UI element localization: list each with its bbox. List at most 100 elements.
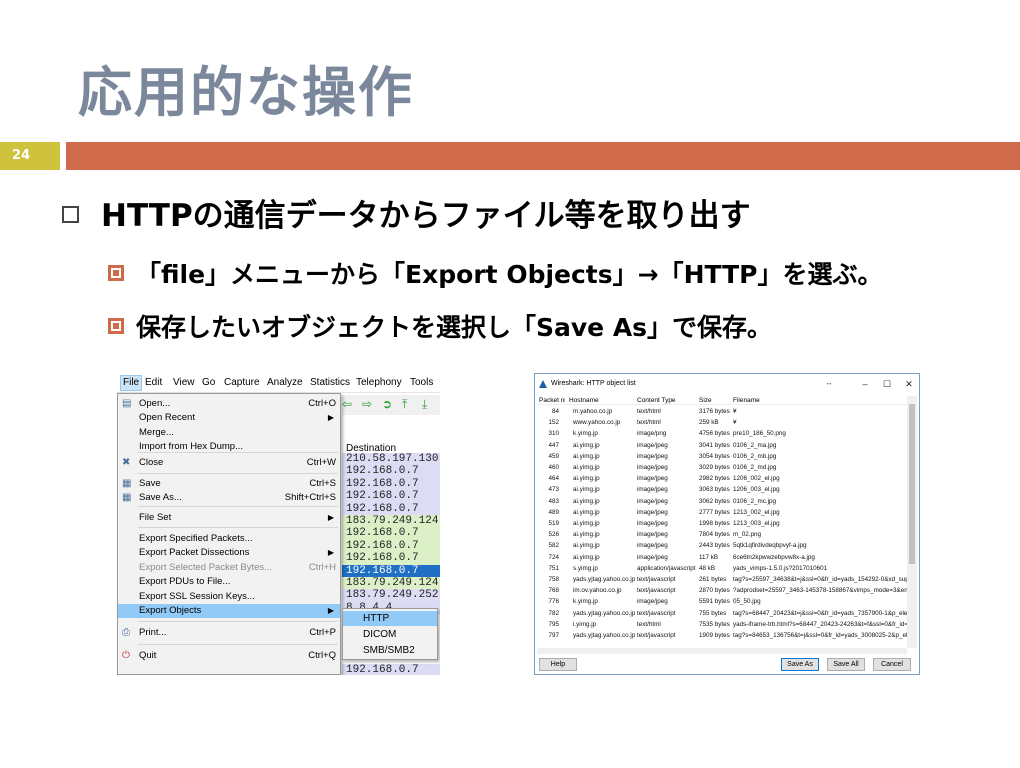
- file-menu-item-save[interactable]: ▦ Save Ctrl+S: [118, 477, 340, 491]
- object-list-row[interactable]: 768 im.ov.yahoo.co.jp text/javascript 2870 …: [537, 585, 907, 596]
- destination-cell[interactable]: 183.79.249.124: [342, 515, 440, 528]
- file-menu-item-import-from-hex-dump[interactable]: Import from Hex Dump...: [118, 440, 340, 454]
- destination-cell[interactable]: 192.168.0.7: [342, 539, 440, 553]
- menu-file[interactable]: File: [120, 375, 143, 391]
- object-list-row[interactable]: 724 ai.yimg.jp image/jpeg 117 kB 6ce6tn2kpww…: [537, 552, 907, 563]
- file-menu-item-close[interactable]: ✖ Close Ctrl+W: [118, 456, 340, 470]
- object-list-row[interactable]: 84 m.yahoo.co.jp text/html 3176 bytes ¥: [537, 406, 907, 417]
- menu-edit[interactable]: Edit: [145, 377, 162, 388]
- destination-cell[interactable]: 192.168.0.7: [342, 465, 440, 478]
- close-icon[interactable]: ✕: [899, 374, 919, 394]
- forward-arrow-icon[interactable]: ⇨: [362, 398, 374, 410]
- restore-arrows-icon[interactable]: ↔: [819, 374, 839, 394]
- object-list-row[interactable]: 795 i.yimg.jp text/html 7535 bytes yads-ifra…: [537, 619, 907, 630]
- object-list-row[interactable]: 526 ai.yimg.jp image/jpeg 7804 bytes m_02.pn…: [537, 529, 907, 540]
- menu-shortcut: Ctrl+P: [309, 627, 336, 638]
- object-list-cell: 05_50.jpg: [733, 598, 761, 606]
- column-header[interactable]: Content Type: [637, 396, 699, 405]
- object-list-header: Packet num Hostname Content TypeSizeFilena…: [537, 396, 907, 405]
- object-list-cell: 459: [548, 452, 559, 460]
- object-list-row[interactable]: 489 ai.yimg.jp image/jpeg 2777 bytes 1213_00…: [537, 507, 907, 518]
- menu-item-label: Quit: [139, 650, 157, 661]
- object-list-cell: im.ov.yahoo.co.jp: [573, 587, 622, 595]
- column-header[interactable]: Hostname: [569, 396, 631, 405]
- file-menu-item-export-specified-packets[interactable]: Export Specified Packets...: [118, 532, 340, 546]
- menu-analyze[interactable]: Analyze: [267, 377, 303, 388]
- slide: 応用的な操作 24 HTTPの通信データからファイル等を取り出す 「file」メ…: [0, 0, 1020, 768]
- object-list-cell: 0106_2_mb.jpg: [733, 452, 777, 460]
- destination-cell[interactable]: 192.168.0.7: [342, 564, 440, 577]
- object-list-cell: 2982 bytes: [699, 475, 730, 483]
- destination-cell[interactable]: 183.79.249.124: [342, 577, 440, 590]
- object-list-row[interactable]: 758 yads.yjtag.yahoo.co.jp text/javascript…: [537, 574, 907, 585]
- destination-cell[interactable]: 192.168.0.7: [342, 490, 440, 503]
- object-list-row[interactable]: 776 k.yimg.jp image/jpeg 5591 bytes 05_50.jp…: [537, 596, 907, 607]
- destination-cell[interactable]: 192.168.0.7: [342, 477, 440, 491]
- object-list-cell: 1213_003_el.jpg: [733, 520, 780, 527]
- file-menu-item-open[interactable]: ▤ Open... Ctrl+O: [118, 397, 340, 411]
- object-list-row[interactable]: 310 k.yimg.jp image/png 4756 bytes pre10_186…: [537, 428, 907, 439]
- object-list-row[interactable]: 473 ai.yimg.jp image/jpeg 3063 bytes 1206_00…: [537, 484, 907, 495]
- help-button[interactable]: Help: [539, 658, 577, 671]
- export-objects-http[interactable]: HTTP: [343, 611, 437, 626]
- object-list-row[interactable]: 797 yads.yjtag.yahoo.co.jp text/javascript…: [537, 630, 907, 641]
- object-list-row[interactable]: 751 s.yimg.jp application/javascript 48 kB y…: [537, 563, 907, 574]
- menu-shortcut: Ctrl+S: [309, 478, 336, 489]
- file-menu-item-export-objects[interactable]: Export Objects ▶: [118, 604, 340, 618]
- object-list-row[interactable]: 519 ai.yimg.jp image/jpeg 1998 bytes 1213_00…: [537, 518, 907, 529]
- object-list-row[interactable]: 582 ai.yimg.jp image/jpeg 2443 bytes 5qtk1qf…: [537, 540, 907, 551]
- object-list-row[interactable]: 483 ai.yimg.jp image/jpeg 3062 bytes 0106_2_…: [537, 496, 907, 507]
- object-list-cell: ?adprodset=25597_3463-145378-158867&vimp…: [733, 587, 907, 595]
- file-menu-item-merge[interactable]: Merge...: [118, 426, 340, 440]
- last-packet-icon[interactable]: ⤓: [422, 398, 434, 410]
- column-header[interactable]: Filename: [733, 396, 907, 405]
- object-list-cell: ai.yimg.jp: [573, 475, 600, 483]
- menu-tools[interactable]: Tools: [410, 377, 433, 388]
- file-menu-item-save-as[interactable]: ▦ Save As... Shift+Ctrl+S: [118, 491, 340, 505]
- vertical-scrollbar[interactable]: [907, 396, 917, 648]
- export-objects-dicom[interactable]: DICOM: [343, 627, 437, 642]
- object-list-cell: 751: [548, 564, 559, 572]
- menu-telephony[interactable]: Telephony: [356, 377, 402, 388]
- object-list-row[interactable]: 464 ai.yimg.jp image/jpeg 2982 bytes 1206_00…: [537, 473, 907, 484]
- destination-cell[interactable]: 210.58.197.130: [342, 453, 440, 466]
- destination-cell[interactable]: 192.168.0.7: [342, 552, 440, 565]
- menu-shortcut: Ctrl+H: [308, 562, 336, 573]
- menu-statistics[interactable]: Statistics: [310, 377, 350, 388]
- column-header[interactable]: Size: [699, 396, 733, 405]
- object-list-row[interactable]: 460 ai.yimg.jp image/jpeg 3029 bytes 0106_2_…: [537, 462, 907, 473]
- save-as-button[interactable]: Save As: [781, 658, 819, 671]
- save-all-button[interactable]: Save All: [827, 658, 865, 671]
- destination-cell[interactable]: 192.168.0.7: [342, 502, 440, 515]
- file-menu-item-export-ssl-session-keys[interactable]: Export SSL Session Keys...: [118, 590, 340, 604]
- file-menu-item-export-selected-packet-bytes[interactable]: Export Selected Packet Bytes... Ctrl+H: [118, 561, 340, 575]
- object-list-row[interactable]: 782 yads.yjtag.yahoo.co.jp text/javascript…: [537, 608, 907, 619]
- file-menu-item-export-packet-dissections[interactable]: Export Packet Dissections ▶: [118, 546, 340, 560]
- horizontal-scrollbar[interactable]: [537, 648, 907, 654]
- cancel-button[interactable]: Cancel: [873, 658, 911, 671]
- file-menu-item-file-set[interactable]: File Set ▶: [118, 511, 340, 525]
- menu-capture[interactable]: Capture: [224, 377, 260, 388]
- maximize-icon[interactable]: ☐: [877, 374, 897, 394]
- export-objects-smb-smb2[interactable]: SMB/SMB2: [343, 643, 437, 658]
- go-to-packet-icon[interactable]: ➲: [382, 398, 394, 410]
- column-header[interactable]: Packet num: [539, 396, 565, 405]
- object-list-row[interactable]: 152 www.yahoo.co.jp text/html 259 kB ¥: [537, 417, 907, 428]
- destination-cell[interactable]: 192.168.0.7: [342, 527, 440, 540]
- minimize-icon[interactable]: –: [855, 374, 875, 394]
- object-list-cell: 7804 bytes: [699, 531, 730, 539]
- scroll-thumb[interactable]: [909, 404, 915, 564]
- first-packet-icon[interactable]: ⤒: [402, 398, 414, 410]
- back-arrow-icon[interactable]: ⇦: [342, 398, 354, 410]
- file-menu-item-quit[interactable]: ⏻ Quit Ctrl+Q: [118, 649, 340, 663]
- object-list-row[interactable]: 459 ai.yimg.jp image/jpeg 3054 bytes 0106_2_…: [537, 451, 907, 462]
- destination-cell[interactable]: 183.79.249.252: [342, 589, 440, 602]
- file-menu-item-print[interactable]: ⎙ Print... Ctrl+P: [118, 626, 340, 640]
- object-list-cell: image/jpeg: [637, 520, 668, 527]
- file-menu-item-open-recent[interactable]: Open Recent ▶: [118, 411, 340, 425]
- file-menu-item-export-pdus-to-file[interactable]: Export PDUs to File...: [118, 575, 340, 589]
- menu-go[interactable]: Go: [202, 377, 215, 388]
- destination-cell[interactable]: 192.168.0.7: [342, 663, 440, 675]
- object-list-row[interactable]: 447 ai.yimg.jp image/jpeg 3041 bytes 0106_2_…: [537, 440, 907, 451]
- menu-view[interactable]: View: [173, 377, 195, 388]
